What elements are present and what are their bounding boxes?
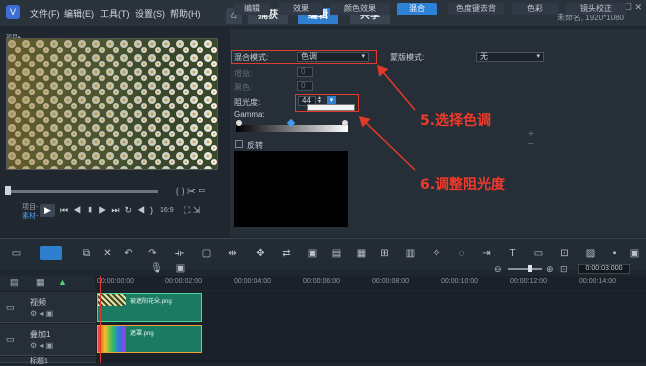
zoom-out-icon[interactable]: ⊖ [494,264,502,275]
stop-motion-icon[interactable]: ▭ [532,248,545,259]
track-label: 叠加1 [30,330,51,339]
chapter-icon[interactable]: ▪ [608,248,621,259]
grid-icon[interactable]: ⊡ [558,248,571,259]
titles-icon[interactable]: ▢ [200,248,213,259]
track-icon[interactable]: ⇥ [480,248,493,259]
clip-name: 被遮阳花朵.png [130,299,172,305]
ruler-tick: 00:00:08:00 [372,278,409,285]
track-manager-icon[interactable]: ▤ [10,277,19,288]
filter-icon[interactable]: ▦ [355,248,368,259]
undo-icon[interactable]: ↶ [122,248,135,259]
ripple-icon[interactable]: ▦ [36,277,45,288]
video-clip[interactable]: 被遮阳花朵.png [97,293,202,322]
zoom-slider[interactable] [508,268,542,270]
move-icon[interactable]: ✥ [254,248,267,259]
ruler-tick: 00:00:02:00 [165,278,202,285]
zoom-in-icon[interactable]: ⊕ [546,264,554,275]
mask-icon[interactable]: ◌ [455,248,468,259]
motion-icon[interactable]: ✧ [430,248,443,259]
clip-thumbnail [98,326,126,352]
ruler-tick: 00:00:12:00 [510,278,547,285]
fit-icon[interactable]: ⇹ [226,248,239,259]
text-icon[interactable]: T [506,248,519,259]
clip-thumbnail [98,294,126,306]
timeline-view-button[interactable] [40,246,62,260]
track-label: 视频 [30,298,46,307]
record-icon[interactable]: 🎙 [150,263,163,274]
screen-icon[interactable]: ▣ [174,263,187,274]
multicam-icon[interactable]: ▤ [330,248,343,259]
redo-icon[interactable]: ↷ [146,248,159,259]
add-track-icon[interactable]: ▲ [58,277,67,287]
ruler-tick: 00:00:10:00 [441,278,478,285]
track-options-icon[interactable]: ⚙ ◂ ▣ [30,341,53,350]
overlay-track-icon: ▭ [6,334,15,344]
export-icon[interactable]: ▨ [584,248,597,259]
annotation-step5: 5.选择色调 [420,113,492,129]
more-icon[interactable]: ▣ [628,248,641,259]
track-header-video[interactable]: ▭ 视频 ⚙ ◂ ▣ [0,292,96,323]
split-screen-icon[interactable]: ▥ [404,248,417,259]
track-label: 标题1 [30,358,48,365]
track-header-title[interactable]: 标题1 [0,357,96,365]
split-icon[interactable]: ⟛ [173,248,186,259]
ruler-tick: 00:00:04:00 [234,278,271,285]
fit-timeline-icon[interactable]: ⊡ [560,264,568,275]
playhead[interactable] [100,276,101,363]
ruler-tick: 00:00:06:00 [303,278,340,285]
ruler-tick: 00:00:14:00 [579,278,616,285]
transition-icon[interactable]: ⇄ [280,248,293,259]
track-tools: ▤ ▦ ▲ [0,276,95,290]
timecode-display[interactable]: 0:00:03:000 [578,264,630,274]
tracks-icon[interactable]: ⧉ [80,248,93,259]
track-options-icon[interactable]: ⚙ ◂ ▣ [30,309,53,318]
overlay-clip[interactable]: 遮罩.png [97,325,202,353]
zoom-handle[interactable] [528,265,532,272]
tools-icon[interactable]: ✕ [101,248,114,259]
storyboard-icon[interactable]: ▭ [10,248,23,259]
annotation-step6: 6.调整阻光度 [420,177,506,193]
ruler-tick: 00:00:00:00 [97,278,134,285]
video-track-icon: ▭ [6,302,15,312]
camera-icon[interactable]: ▣ [306,248,319,259]
track-header-overlay[interactable]: ▭ 叠加1 ⚙ ◂ ▣ [0,324,96,356]
clip-name: 遮罩.png [130,331,154,337]
adjust-icon[interactable]: ⊞ [378,248,391,259]
